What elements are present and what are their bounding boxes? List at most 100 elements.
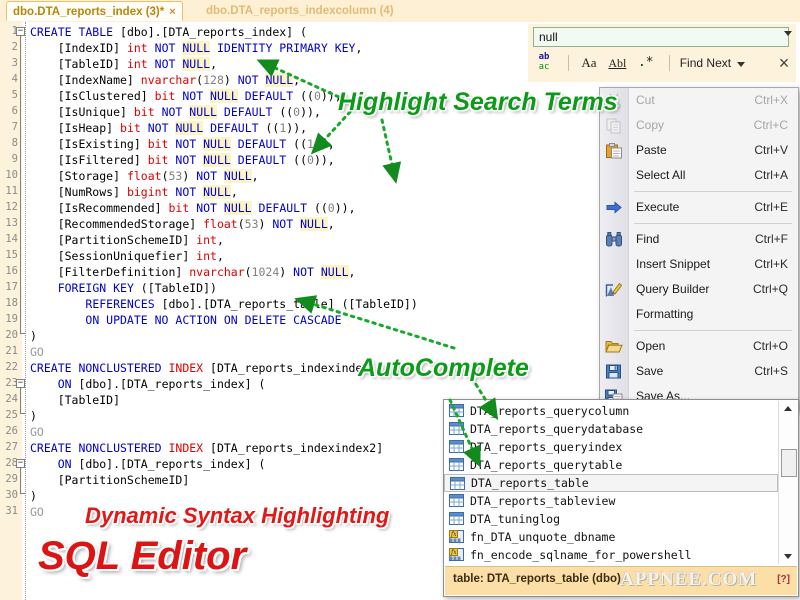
line-number: 17: [5, 281, 18, 293]
code-token: [PartitionSchemeID]: [30, 473, 190, 487]
code-token: [IndexID]: [30, 41, 127, 55]
replace-icon[interactable]: ab ac: [533, 52, 555, 74]
autocomplete-popup[interactable]: DTA_reports_querycolumn DTA_reports_quer…: [443, 399, 799, 597]
code-token: 1024: [251, 265, 280, 279]
context-menu[interactable]: Cut Ctrl+X Copy Ctrl+C Paste Ctrl+V Select A…: [599, 87, 799, 410]
autocomplete-item[interactable]: fx fn_encode_sqlname_for_powershell: [444, 546, 778, 564]
menu-item-label: Insert Snippet: [636, 257, 711, 271]
menu-item-shortcut: Ctrl+E: [754, 200, 788, 214]
tab-dbo-dta-reports-indexcolumn[interactable]: dbo.DTA_reports_indexcolumn (4): [200, 1, 400, 21]
scrollbar-thumb[interactable]: [781, 449, 797, 477]
menu-item-label: Query Builder: [636, 282, 710, 296]
menu-item-paste[interactable]: Paste Ctrl+V: [600, 138, 798, 163]
code-token: (: [244, 265, 252, 279]
code-token: DEFAULT: [237, 153, 287, 167]
menu-item-query-builder[interactable]: Query Builder Ctrl+Q: [600, 277, 798, 302]
find-input[interactable]: null: [533, 27, 789, 47]
code-token: CREATE NONCLUSTERED: [30, 441, 169, 455]
autocomplete-list[interactable]: DTA_reports_querycolumn DTA_reports_quer…: [444, 402, 778, 564]
autocomplete-item[interactable]: DTA_reports_table: [444, 474, 778, 492]
menu-item-save[interactable]: Save Ctrl+S: [600, 359, 798, 384]
autocomplete-item-label: fn_encode_sqlname_for_powershell: [470, 548, 692, 562]
fold-end-2: [20, 407, 25, 414]
code-token: bit: [147, 153, 169, 167]
regex-icon[interactable]: .*: [636, 52, 656, 74]
scroll-down-icon[interactable]: [779, 548, 797, 564]
chevron-down-icon[interactable]: [737, 61, 746, 67]
code-line: [TableID]: [30, 392, 120, 408]
autocomplete-scrollbar[interactable]: [778, 401, 797, 564]
menu-item-label: Paste: [636, 143, 667, 157]
fold-marker-line-23[interactable]: −: [16, 379, 25, 388]
code-token: ON: [57, 457, 72, 471]
annotation-sql-editor: SQL Editor: [38, 534, 247, 578]
line-number: 25: [5, 409, 18, 421]
tab-close-icon[interactable]: ×: [169, 6, 175, 18]
code-token: [IsClustered]: [30, 89, 155, 103]
code-token: 0: [307, 153, 314, 167]
menu-item-find[interactable]: Find Ctrl+F: [600, 227, 798, 252]
code-token: [IsHeap]: [30, 121, 121, 135]
menu-item-insert-snippet[interactable]: Insert Snippet Ctrl+K: [600, 252, 798, 277]
autocomplete-item[interactable]: DTA_reports_querytable: [444, 456, 778, 474]
line-number: 22: [5, 361, 18, 373]
fold-marker-line-1[interactable]: −: [16, 27, 25, 36]
code-line: [PartitionSchemeID]: [30, 472, 190, 488]
fold-end-3: [20, 487, 25, 494]
code-token: [FilterDefinition]: [30, 265, 190, 279]
autocomplete-item[interactable]: DTA_reports_querydatabase: [444, 420, 778, 438]
code-token: float: [203, 217, 238, 231]
code-token: (: [161, 169, 169, 183]
code-token: NOT: [154, 41, 183, 55]
annotation-dynamic-syntax-highlighting: Dynamic Syntax Highlighting: [85, 503, 390, 528]
code-token: ,: [293, 73, 301, 87]
scroll-up-icon[interactable]: [779, 401, 797, 417]
code-token: (: [237, 217, 245, 231]
code-token: )),: [313, 153, 335, 167]
tab-dbo-dta-reports-index[interactable]: dbo.DTA_reports_index (3)* ×: [6, 1, 183, 21]
line-number: 9: [11, 153, 18, 165]
code-line: [IsRecommended] bit NOT NULL DEFAULT ((0…: [30, 200, 356, 216]
search-highlight: NULL: [182, 57, 211, 71]
autocomplete-item[interactable]: DTA_reports_querycolumn: [444, 402, 778, 420]
code-token: [IsUnique]: [30, 105, 134, 119]
code-token: [DTA_reports_indexindex2]: [203, 441, 384, 455]
close-find-icon[interactable]: ×: [773, 52, 795, 74]
menu-separator: [634, 191, 792, 192]
code-token: ,: [210, 57, 217, 71]
menu-separator: [634, 223, 792, 224]
code-token: [dbo].[DTA_reports_table] ([TableID]): [154, 297, 418, 311]
find-toolbar: null ab ac Aa Abl .* Find Next ×: [528, 24, 796, 82]
menu-item-select-all[interactable]: Select All Ctrl+A: [600, 163, 798, 188]
table-icon: [450, 477, 465, 490]
find-dropdown-caret-icon[interactable]: [784, 31, 792, 36]
function-icon: fx: [449, 548, 464, 561]
code-line: ON [dbo].[DTA_reports_index] (: [30, 456, 266, 472]
code-token: GO: [30, 345, 44, 359]
code-token: ,: [251, 169, 259, 183]
match-case-icon[interactable]: Aa: [579, 52, 599, 74]
menu-item-formatting[interactable]: Formatting: [600, 302, 798, 327]
menu-item-execute[interactable]: Execute Ctrl+E: [600, 195, 798, 220]
code-token: ): [30, 409, 37, 423]
code-line: [NumRows] bigint NOT NULL,: [30, 184, 238, 200]
line-number: 10: [5, 169, 18, 181]
code-token: NOT: [293, 265, 321, 279]
autocomplete-item-label: DTA_reports_queryindex: [470, 440, 623, 454]
code-token: bit: [154, 89, 176, 103]
autocomplete-item[interactable]: DTA_reports_queryindex: [444, 438, 778, 456]
menu-item-open[interactable]: Open Ctrl+O: [600, 334, 798, 359]
autocomplete-item[interactable]: DTA_tuninglog: [444, 510, 778, 528]
fold-marker-line-28[interactable]: −: [16, 459, 25, 468]
autocomplete-item[interactable]: fx fn_DTA_unquote_dbname: [444, 528, 778, 546]
find-next-button[interactable]: Find Next: [680, 56, 746, 70]
code-token: nvarchar: [140, 73, 197, 87]
code-token: ((: [272, 105, 294, 119]
match-whole-word-icon[interactable]: Abl: [607, 52, 627, 74]
tab-label: dbo.DTA_reports_indexcolumn (4): [206, 5, 394, 17]
help-icon[interactable]: [?]: [777, 574, 790, 585]
autocomplete-item[interactable]: DTA_reports_tableview: [444, 492, 778, 510]
